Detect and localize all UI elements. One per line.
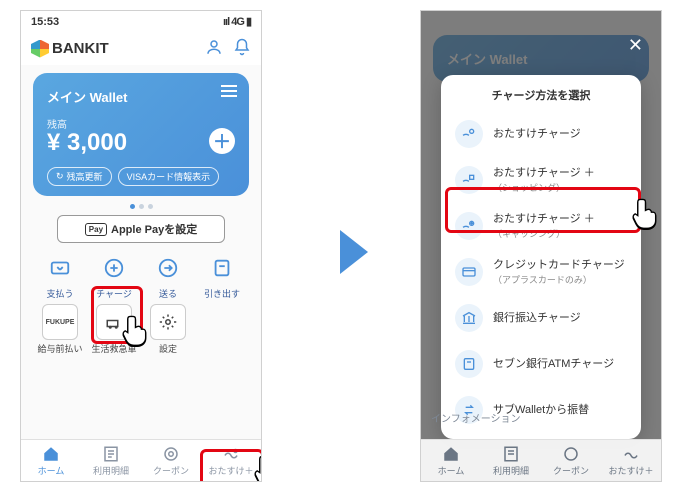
- atm-icon: [455, 350, 483, 378]
- charge-icon[interactable]: [97, 251, 131, 285]
- pointer-hand-icon: [253, 453, 262, 482]
- hand-coin-icon: [455, 120, 483, 148]
- nav-home[interactable]: ホーム: [421, 440, 481, 481]
- send-label: 送る: [159, 289, 177, 299]
- balance-amount: ¥ 3,000: [47, 129, 235, 157]
- credit-card-icon: [455, 258, 483, 286]
- apple-pay-setup-button[interactable]: Pay Apple Payを設定: [57, 215, 225, 243]
- option-bank-transfer[interactable]: 銀行振込チャージ: [441, 295, 641, 341]
- nav-otasuke[interactable]: おたすけ＋: [601, 440, 661, 481]
- nav-coupon[interactable]: クーポン: [141, 440, 201, 481]
- pointer-hand-icon: [631, 196, 662, 230]
- nav-home[interactable]: ホーム: [21, 440, 81, 481]
- profile-icon[interactable]: [205, 38, 223, 59]
- charge-method-sheet: チャージ方法を選択 おたすけチャージ おたすけチャージ ＋（ショッピング） おた…: [441, 75, 641, 439]
- payroll-label: 給与前払い: [37, 344, 82, 354]
- page-indicator: [21, 204, 261, 209]
- visa-info-button[interactable]: VISAカード情報表示: [118, 167, 220, 186]
- hand-plus-icon: [455, 166, 483, 194]
- bank-icon: [455, 304, 483, 332]
- settings-label: 設定: [159, 344, 177, 354]
- pay-label: 支払う: [46, 289, 73, 299]
- nav-history[interactable]: 利用明細: [81, 440, 141, 481]
- balance-label: 残高: [47, 116, 235, 131]
- brand-logo: BANKIT: [31, 40, 109, 58]
- wallet-title: メイン Wallet: [47, 87, 235, 106]
- arrow-right-icon: [340, 230, 368, 274]
- bell-icon[interactable]: [233, 38, 251, 59]
- nav-coupon[interactable]: クーポン: [541, 440, 601, 481]
- wallet-card: メイン Wallet 残高 ¥ 3,000 ＋ ↻残高更新 VISAカード情報表…: [33, 73, 249, 196]
- apple-pay-icon: Pay: [85, 223, 107, 236]
- option-seven-atm[interactable]: セブン銀行ATMチャージ: [441, 341, 641, 387]
- phone-screen-sheet: メイン Wallet ✕ チャージ方法を選択 おたすけチャージ おたすけチャージ…: [420, 10, 662, 482]
- close-icon[interactable]: ✕: [628, 35, 643, 56]
- network-indicator: ııl 4G ▮: [223, 15, 251, 28]
- withdraw-icon[interactable]: [205, 251, 239, 285]
- nav-history[interactable]: 利用明細: [481, 440, 541, 481]
- sheet-title: チャージ方法を選択: [441, 83, 641, 111]
- menu-icon[interactable]: [221, 85, 237, 100]
- option-otasuke-charge[interactable]: おたすけチャージ: [441, 111, 641, 157]
- option-otasuke-shopping[interactable]: おたすけチャージ ＋（ショッピング）: [441, 157, 641, 203]
- option-creditcard[interactable]: クレジットカードチャージ（アプラスカードのみ）: [441, 249, 641, 295]
- settings-icon[interactable]: [150, 304, 186, 340]
- app-header: BANKIT: [21, 32, 261, 65]
- charge-label: チャージ: [96, 289, 132, 299]
- withdraw-label: 引き出す: [204, 289, 240, 299]
- nav-otasuke[interactable]: おたすけ＋: [201, 440, 261, 481]
- send-icon[interactable]: [151, 251, 185, 285]
- logo-icon: [31, 40, 49, 58]
- pointer-hand-icon: [121, 313, 155, 347]
- information-heading: インフォメーション: [431, 410, 521, 425]
- clock: 15:53: [31, 16, 59, 28]
- hand-cash-icon: [455, 212, 483, 240]
- pay-icon[interactable]: [43, 251, 77, 285]
- payroll-icon[interactable]: FUKUPE: [42, 304, 78, 340]
- add-button[interactable]: ＋: [209, 128, 235, 154]
- option-otasuke-cashing[interactable]: おたすけチャージ ＋（キャッシング）: [441, 203, 641, 249]
- phone-screen-home: 15:53 ııl 4G ▮ BANKIT メイン Wallet 残高 ¥ 3,…: [20, 10, 262, 482]
- bottom-nav: ホーム 利用明細 クーポン おたすけ＋: [21, 439, 261, 481]
- bottom-nav: ホーム 利用明細 クーポン おたすけ＋: [421, 439, 661, 481]
- refresh-balance-button[interactable]: ↻残高更新: [47, 167, 112, 186]
- status-bar: 15:53 ııl 4G ▮: [21, 11, 261, 32]
